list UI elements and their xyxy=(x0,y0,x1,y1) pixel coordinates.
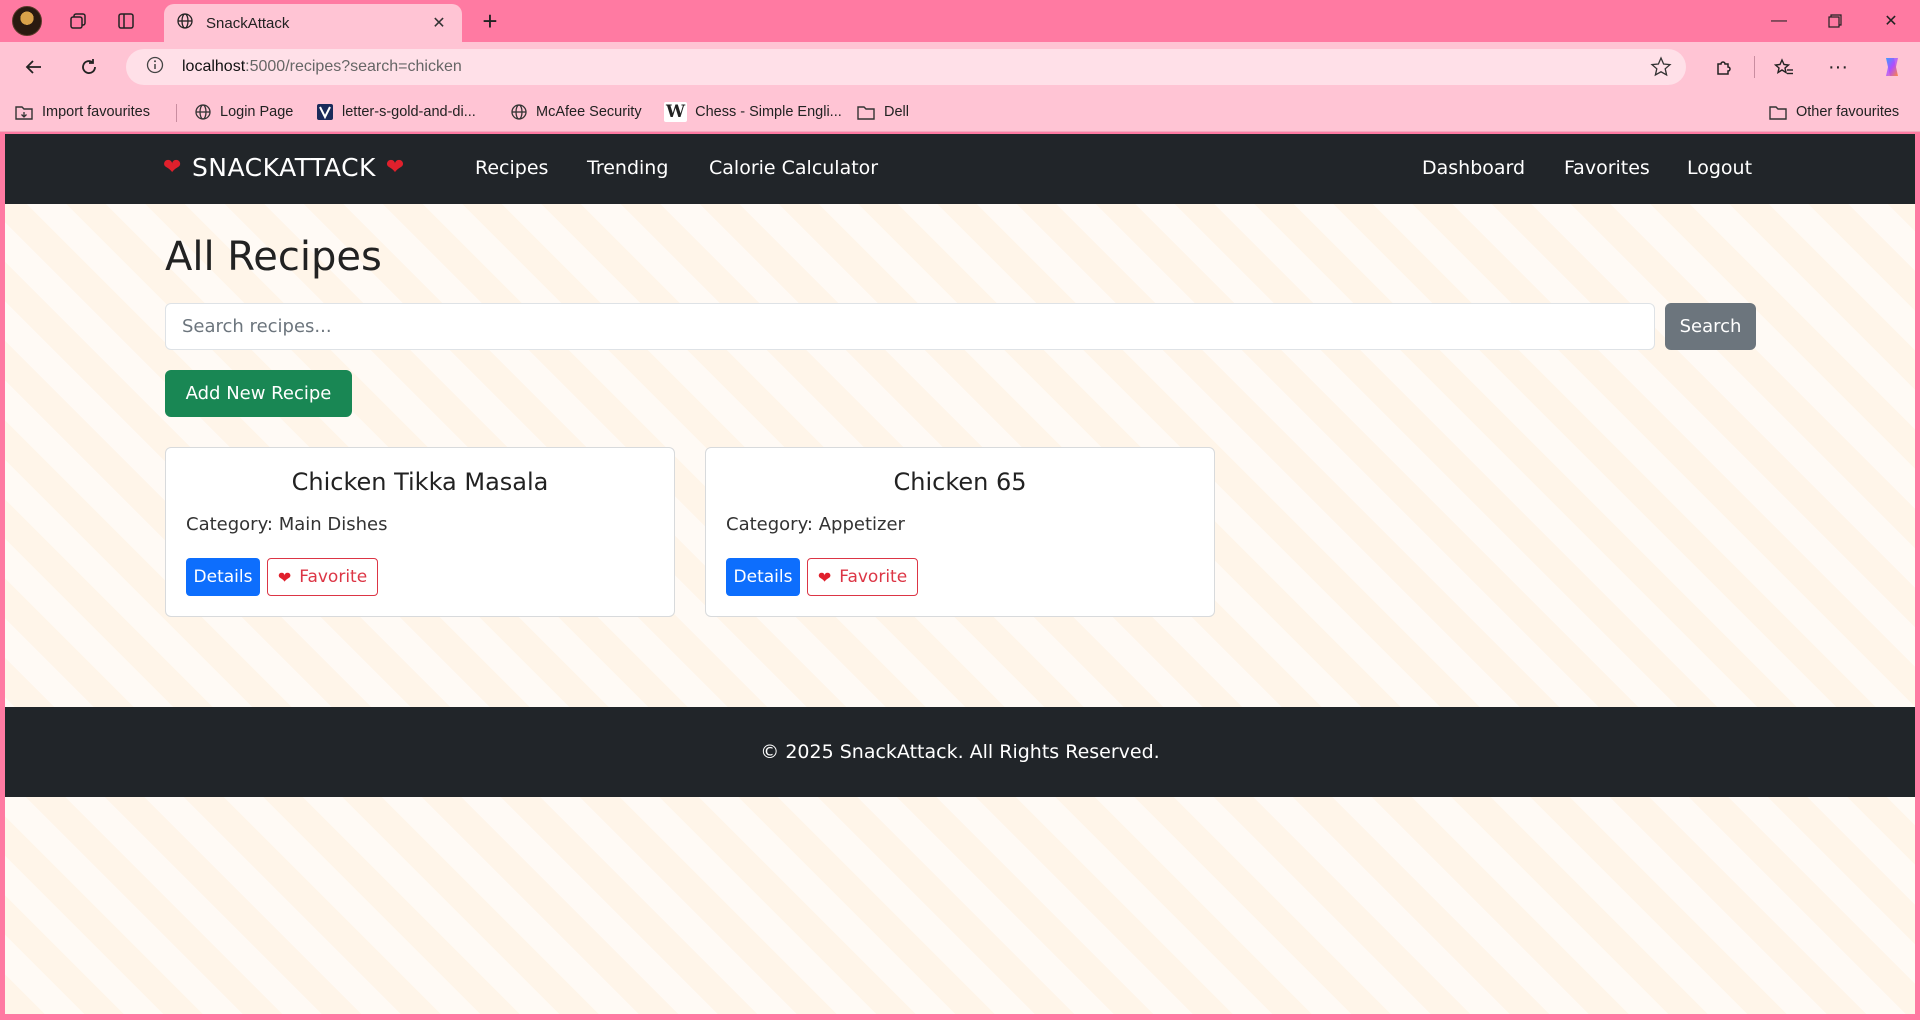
bookmark-label: letter-s-gold-and-di... xyxy=(342,104,476,120)
favourites-icon[interactable] xyxy=(1766,50,1802,84)
minimize-icon[interactable]: — xyxy=(1750,0,1808,42)
globe-icon xyxy=(176,12,194,35)
recipe-title: Chicken 65 xyxy=(893,468,1027,496)
favorite-label: Favorite xyxy=(299,567,368,587)
info-icon[interactable] xyxy=(146,56,164,79)
address-bar[interactable]: localhost:5000/recipes?search=chicken xyxy=(126,49,1686,85)
wikipedia-icon: W xyxy=(664,102,688,122)
browser-tab-bar: SnackAttack ✕ + — ✕ xyxy=(0,0,1920,42)
bookmark-separator xyxy=(176,104,177,122)
workspaces-icon[interactable] xyxy=(62,6,94,36)
details-button[interactable]: Details xyxy=(726,558,800,596)
folder-icon xyxy=(856,103,876,121)
recipe-category: Category: Appetizer xyxy=(726,514,905,535)
bookmark-label: Login Page xyxy=(220,104,294,120)
nav-logout[interactable]: Logout xyxy=(1687,157,1752,179)
browser-toolbar: localhost:5000/recipes?search=chicken ··… xyxy=(0,42,1920,92)
nav-calorie-calculator[interactable]: Calorie Calculator xyxy=(709,157,878,179)
heart-icon: ❤ xyxy=(277,567,292,587)
globe-icon xyxy=(510,103,528,121)
close-tab-icon[interactable]: ✕ xyxy=(428,12,450,34)
search-input[interactable] xyxy=(165,303,1655,350)
details-button[interactable]: Details xyxy=(186,558,260,596)
bookmark-chess[interactable]: W Chess - Simple Engli... xyxy=(664,101,842,123)
site-favicon xyxy=(316,103,334,121)
favorite-button[interactable]: ❤ Favorite xyxy=(807,558,918,596)
bookmark-label: Import favourites xyxy=(42,104,150,120)
import-icon xyxy=(14,103,34,121)
url-host: localhost xyxy=(182,58,246,75)
site-navbar: ❤ SNACKATTACK ❤ Recipes Trending Calorie… xyxy=(5,134,1915,204)
favorite-button[interactable]: ❤ Favorite xyxy=(267,558,378,596)
recipe-card: Chicken 65 Category: Appetizer Details ❤… xyxy=(705,447,1215,617)
heart-icon: ❤ xyxy=(163,155,182,180)
tab-title: SnackAttack xyxy=(206,14,290,32)
page-viewport: ❤ SNACKATTACK ❤ Recipes Trending Calorie… xyxy=(5,134,1915,1014)
recipe-category: Category: Main Dishes xyxy=(186,514,388,535)
extensions-icon[interactable] xyxy=(1706,50,1742,84)
browser-tab[interactable]: SnackAttack ✕ xyxy=(164,4,462,42)
favourite-star-icon[interactable] xyxy=(1650,56,1672,83)
favorite-label: Favorite xyxy=(839,567,908,587)
toolbar-divider xyxy=(1754,56,1755,78)
brand-text: SNACKATTACK xyxy=(191,153,376,182)
close-window-icon[interactable]: ✕ xyxy=(1862,0,1920,42)
bookmark-other-favourites[interactable]: Other favourites xyxy=(1768,101,1899,123)
footer-text: © 2025 SnackAttack. All Rights Reserved. xyxy=(760,741,1160,763)
restore-icon[interactable] xyxy=(1806,0,1864,42)
bookmark-import-favourites[interactable]: Import favourites xyxy=(14,101,150,123)
folder-icon xyxy=(1768,103,1788,121)
url-path: :5000/recipes?search=chicken xyxy=(245,58,462,75)
add-recipe-button[interactable]: Add New Recipe xyxy=(165,370,352,417)
site-footer: © 2025 SnackAttack. All Rights Reserved. xyxy=(5,707,1915,797)
brand-logo[interactable]: ❤ SNACKATTACK ❤ xyxy=(163,153,405,182)
bookmark-label: Other favourites xyxy=(1796,104,1900,120)
bookmark-login-page[interactable]: Login Page xyxy=(194,101,293,123)
back-icon[interactable] xyxy=(16,50,52,84)
search-button[interactable]: Search xyxy=(1665,303,1756,350)
heart-icon: ❤ xyxy=(385,155,405,180)
heart-icon: ❤ xyxy=(817,567,832,587)
bookmark-label: Dell xyxy=(884,104,909,120)
nav-favorites[interactable]: Favorites xyxy=(1564,157,1650,179)
bookmark-mcafee[interactable]: McAfee Security xyxy=(510,101,642,123)
bookmark-label: Chess - Simple Engli... xyxy=(695,104,842,120)
profile-avatar[interactable] xyxy=(12,6,42,36)
url-text: localhost:5000/recipes?search=chicken xyxy=(182,58,462,76)
new-tab-button[interactable]: + xyxy=(474,6,506,36)
recipe-card: Chicken Tikka Masala Category: Main Dish… xyxy=(165,447,675,617)
page-title: All Recipes xyxy=(165,234,382,280)
recipe-title: Chicken Tikka Masala xyxy=(291,468,549,496)
tab-actions-icon[interactable] xyxy=(110,6,142,36)
refresh-icon[interactable] xyxy=(71,50,107,84)
nav-dashboard[interactable]: Dashboard xyxy=(1422,157,1525,179)
globe-icon xyxy=(194,103,212,121)
bookmark-letter-s[interactable]: letter-s-gold-and-di... xyxy=(316,101,476,123)
nav-recipes[interactable]: Recipes xyxy=(475,157,548,179)
copilot-icon[interactable] xyxy=(1874,50,1910,84)
bookmark-label: McAfee Security xyxy=(536,104,642,120)
bookmarks-bar: Import favourites Login Page letter-s-go… xyxy=(0,92,1920,132)
more-icon[interactable]: ··· xyxy=(1820,50,1856,84)
nav-trending[interactable]: Trending xyxy=(587,157,668,179)
bookmark-dell[interactable]: Dell xyxy=(856,101,909,123)
